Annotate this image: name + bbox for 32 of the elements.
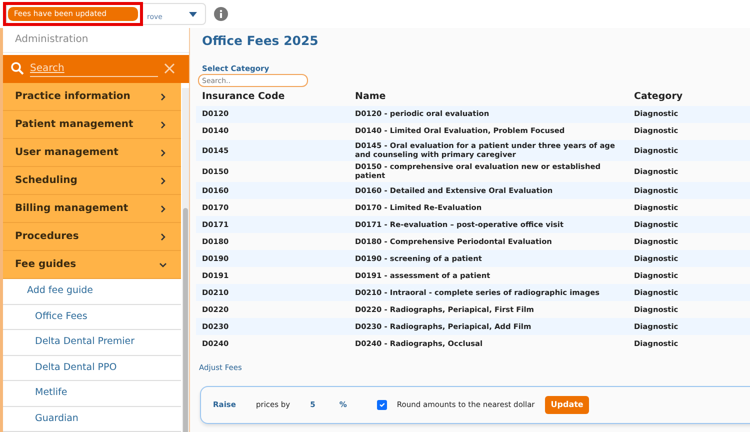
menu-item[interactable]: Patient management xyxy=(3,111,181,139)
info-icon[interactable] xyxy=(214,7,228,21)
sidebar-link[interactable]: Metlife xyxy=(3,381,181,406)
sidebar-search[interactable]: Search xyxy=(3,54,189,83)
sidebar-header: Administration xyxy=(3,28,189,53)
menu-item[interactable]: Practice information xyxy=(3,83,181,111)
chevron-icon xyxy=(159,120,167,128)
round-checkbox[interactable] xyxy=(376,400,387,410)
sidebar-link[interactable]: Office Fees xyxy=(3,304,181,330)
column-header: Insurance Code xyxy=(196,88,349,106)
caret-icon xyxy=(189,12,197,17)
chevron-icon xyxy=(159,204,167,212)
menu-item[interactable]: Fee guides xyxy=(3,251,181,279)
column-header: Category xyxy=(628,88,750,106)
menu-item[interactable]: Scheduling xyxy=(3,167,181,195)
chevron-icon xyxy=(159,92,167,100)
menu-item[interactable]: User management xyxy=(3,139,181,167)
page-title: Office Fees 2025 xyxy=(202,32,320,50)
scrollbar[interactable] xyxy=(182,88,189,432)
chevron-icon xyxy=(159,260,167,268)
sidebar-link[interactable]: Delta Dental Premier xyxy=(3,330,181,356)
search-icon xyxy=(11,62,24,76)
column-header: Name xyxy=(349,88,628,106)
sidebar-link[interactable]: Add fee guide xyxy=(3,279,181,304)
sidebar-link[interactable]: Delta Dental PPO xyxy=(3,356,181,381)
chevron-icon xyxy=(159,148,167,156)
menu-item[interactable]: Billing management xyxy=(3,195,181,223)
sidebar-link[interactable]: Guardian xyxy=(3,406,181,432)
menu-item[interactable]: Procedures xyxy=(3,223,181,251)
update-button[interactable]: Update xyxy=(544,396,590,414)
chevron-icon xyxy=(159,176,167,184)
chevron-icon xyxy=(159,232,167,240)
